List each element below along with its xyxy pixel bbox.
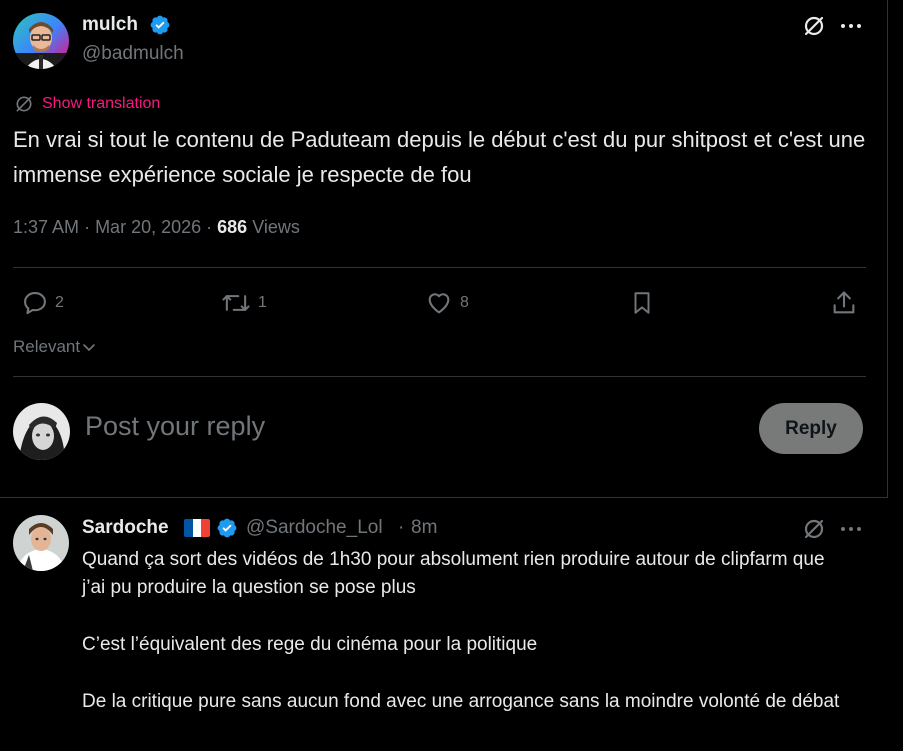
tweet-meta: 1:37 AM · Mar 20, 2026 · 686 Views bbox=[13, 217, 300, 238]
main-tweet: mulch @badmulch Show translation En vrai… bbox=[0, 0, 888, 497]
author-display-name[interactable]: mulch bbox=[82, 14, 138, 36]
grok-icon[interactable] bbox=[800, 515, 828, 543]
conversation-page: mulch @badmulch Show translation En vrai… bbox=[0, 0, 903, 751]
reply-text-paragraph: De la critique pure sans aucun fond avec… bbox=[82, 691, 840, 712]
repost-count: 1 bbox=[258, 294, 267, 311]
like-count: 8 bbox=[460, 294, 469, 311]
like-action-button[interactable]: 8 bbox=[424, 286, 469, 320]
reply-time[interactable]: 8m bbox=[411, 517, 437, 539]
current-user-avatar[interactable] bbox=[13, 403, 70, 460]
column-border bbox=[887, 0, 888, 497]
repost-action-button[interactable]: 1 bbox=[220, 286, 267, 320]
reply-separator: · bbox=[398, 517, 405, 538]
show-translation-link[interactable]: Show translation bbox=[14, 94, 160, 114]
sort-replies-dropdown[interactable]: Relevant bbox=[13, 337, 96, 357]
reply-input[interactable]: Post your reply bbox=[85, 411, 265, 442]
translate-icon bbox=[16, 96, 32, 112]
sort-label: Relevant bbox=[13, 337, 81, 356]
verified-badge-icon bbox=[149, 14, 171, 41]
views-label: Views bbox=[252, 217, 300, 237]
bookmark-icon bbox=[634, 292, 650, 314]
reply-author-display-name[interactable]: Sardoche bbox=[82, 517, 169, 539]
tweet-text: En vrai si tout le contenu de Paduteam d… bbox=[13, 127, 866, 187]
reply-action-button[interactable]: 2 bbox=[21, 286, 64, 320]
author-handle[interactable]: @badmulch bbox=[82, 43, 184, 65]
divider bbox=[13, 267, 866, 268]
tweet-time[interactable]: 1:37 AM bbox=[13, 217, 79, 237]
views-count: 686 bbox=[217, 217, 248, 237]
meta-separator: · bbox=[84, 217, 96, 237]
reply-text-paragraph: Quand ça sort des vidéos de 1h30 pour ab… bbox=[82, 549, 825, 598]
heart-icon bbox=[428, 293, 450, 314]
share-action-button[interactable] bbox=[830, 286, 858, 320]
author-avatar[interactable] bbox=[13, 13, 69, 69]
chevron-down-icon bbox=[83, 344, 95, 352]
more-options-icon[interactable] bbox=[837, 12, 865, 40]
bookmark-action-button[interactable] bbox=[629, 286, 655, 320]
verified-badge-icon bbox=[216, 517, 238, 544]
reply-text-paragraph: C’est l’équivalent des rege du cinéma po… bbox=[82, 634, 538, 655]
tweet-date[interactable]: Mar 20, 2026 bbox=[95, 217, 201, 237]
grok-icon[interactable] bbox=[800, 12, 828, 40]
reply-icon bbox=[24, 292, 46, 315]
meta-separator: · bbox=[206, 217, 218, 237]
reply-count: 2 bbox=[55, 294, 64, 311]
divider bbox=[13, 376, 866, 377]
show-translation-label[interactable]: Show translation bbox=[42, 95, 160, 113]
share-icon bbox=[833, 291, 855, 314]
repost-icon bbox=[222, 295, 250, 311]
reply-author-avatar[interactable] bbox=[13, 515, 69, 571]
reply-author-handle[interactable]: @Sardoche_Lol bbox=[246, 517, 383, 539]
more-options-icon[interactable] bbox=[837, 515, 865, 543]
france-flag-icon bbox=[184, 519, 210, 537]
divider bbox=[0, 497, 888, 498]
reply-submit-button[interactable]: Reply bbox=[759, 403, 863, 454]
